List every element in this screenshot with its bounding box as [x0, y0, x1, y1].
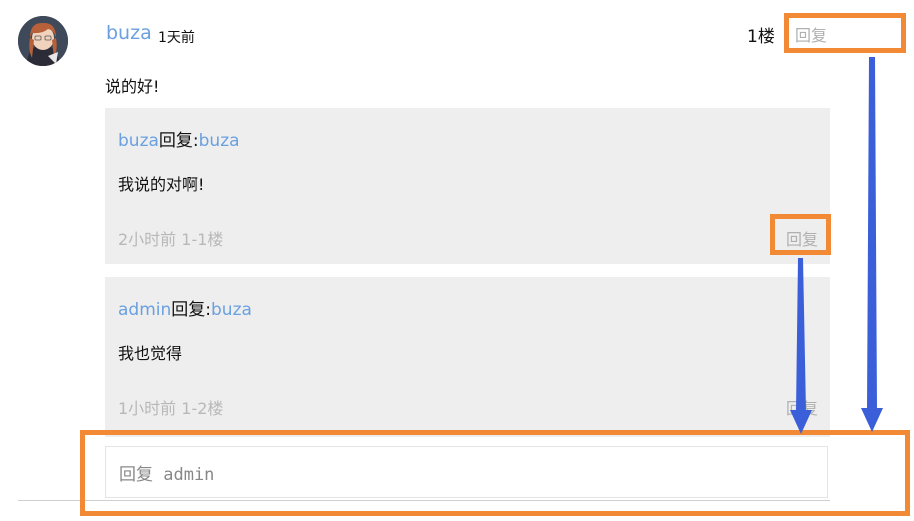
reply-to-user[interactable]: buza	[211, 300, 252, 320]
reply-to-user[interactable]: buza	[199, 131, 240, 151]
reply-header: admin回复:buza	[118, 295, 252, 320]
reply-meta: 2小时前 1-1楼	[118, 230, 224, 249]
reply-header: buza回复:buza	[118, 126, 240, 151]
comment-time: 1天前	[158, 30, 195, 46]
comment-username[interactable]: buza	[106, 22, 152, 44]
reply-action: 回复	[158, 131, 193, 151]
reply-from-user[interactable]: buza	[118, 131, 159, 151]
reply-card: buza回复:buza 我说的对啊! 2小时前 1-1楼 回复	[105, 108, 830, 264]
highlight-box-reply-input	[80, 430, 910, 516]
comment-content: 说的好!	[105, 77, 160, 96]
reply-reply-button[interactable]: 回复	[786, 395, 818, 419]
reply-from-user[interactable]: admin	[118, 300, 171, 320]
highlight-box-reply-card	[770, 214, 831, 255]
avatar-image	[18, 16, 68, 66]
avatar[interactable]	[18, 16, 68, 66]
highlight-box-reply-top	[784, 13, 906, 53]
reply-meta: 1小时前 1-2楼	[118, 399, 224, 418]
reply-card: admin回复:buza 我也觉得 1小时前 1-2楼 回复	[105, 277, 830, 437]
comment-floor: 1楼	[747, 27, 775, 47]
arrow-head-right	[861, 408, 883, 432]
arrow-shaft-right	[867, 57, 877, 410]
reply-content: 我也觉得	[118, 344, 183, 363]
reply-action: 回复	[171, 300, 206, 320]
reply-content: 我说的对啊!	[118, 175, 205, 194]
